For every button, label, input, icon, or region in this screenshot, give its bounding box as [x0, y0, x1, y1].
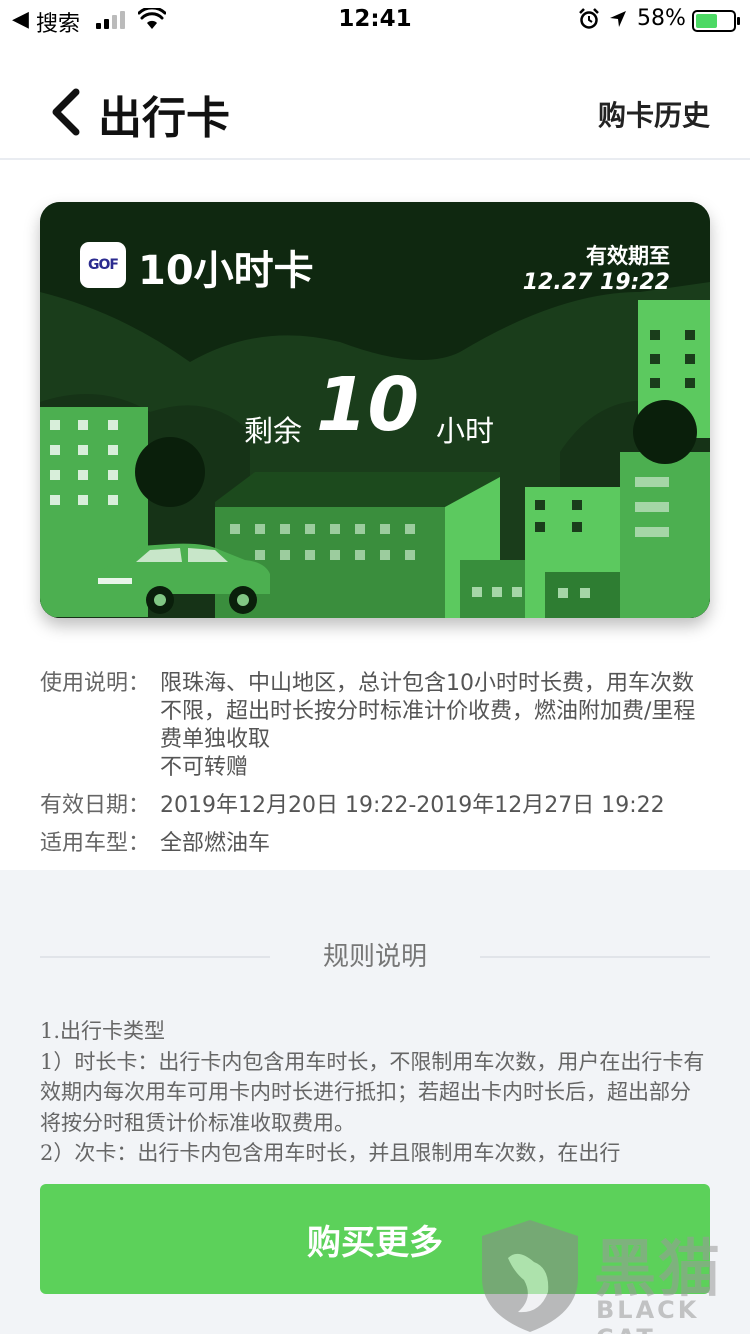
- validity-row: 有效日期： 2019年12月20日 19:22-2019年12月27日 19:2…: [40, 792, 710, 820]
- rules-line: 2）次卡：出行卡内包含用车时长，并且限制用车次数，在出行: [40, 1141, 621, 1165]
- nav-bar: 出行卡 购卡历史: [0, 60, 750, 160]
- purchase-history-link[interactable]: 购卡历史: [598, 94, 710, 134]
- back-chevron-icon[interactable]: [48, 88, 86, 136]
- rules-line: 1）时长卡：出行卡内包含用车时长，不限制用车次数，用户在出行卡有效期内每次用车可…: [40, 1049, 705, 1135]
- valid-until-label: 有效期至: [586, 244, 670, 268]
- watermark: 黑猫 BLACK CAT: [478, 1218, 750, 1334]
- divider: [480, 956, 710, 958]
- watermark-text-cn: 黑猫: [594, 1232, 723, 1305]
- usage-line: 不可转赠: [160, 755, 249, 780]
- validity-label: 有效日期：: [40, 793, 151, 818]
- page-title: 出行卡: [98, 93, 230, 144]
- vehicle-row: 适用车型： 全部燃油车: [40, 830, 710, 858]
- cat-shield-icon: [482, 1220, 578, 1332]
- battery-percent: 58%: [637, 6, 686, 31]
- battery-level: [696, 14, 717, 28]
- brand-logo: GOF: [80, 242, 126, 288]
- rules-line: 1.出行卡类型: [40, 1019, 166, 1043]
- rules-heading: 规则说明: [322, 942, 427, 972]
- travel-card: GOF 10小时卡 有效期至 12.27 19:22 剩余 10 小时: [40, 202, 710, 618]
- alarm-icon: [579, 8, 599, 29]
- usage-label: 使用说明：: [40, 671, 151, 696]
- usage-value: 限珠海、中山地区，总计包含10小时时长费，用车次数不限，超出时长按分时标准计价收…: [160, 670, 710, 782]
- remaining-hours-value: 10: [316, 362, 419, 448]
- card-info: 使用说明： 限珠海、中山地区，总计包含10小时时长费，用车次数不限，超出时长按分…: [40, 670, 710, 868]
- status-bar: ◀ 搜索 12:41 58%: [0, 0, 750, 40]
- validity-value: 2019年12月20日 19:22-2019年12月27日 19:22: [160, 793, 665, 818]
- remaining-unit: 小时: [436, 414, 495, 448]
- vehicle-label: 适用车型：: [40, 831, 151, 856]
- usage-line: 限珠海、中山地区，总计包含10小时时长费，用车次数不限，超出时长按分时标准计价收…: [160, 671, 696, 752]
- vehicle-value: 全部燃油车: [160, 831, 271, 856]
- valid-until-date: 12.27 19:22: [522, 270, 670, 295]
- rules-text: 1.出行卡类型 1）时长卡：出行卡内包含用车时长，不限制用车次数，用户在出行卡有…: [40, 1016, 710, 1169]
- remaining-label: 剩余: [244, 414, 303, 448]
- usage-row: 使用说明： 限珠海、中山地区，总计包含10小时时长费，用车次数不限，超出时长按分…: [40, 670, 710, 782]
- card-title: 10小时卡: [138, 248, 314, 294]
- location-icon: [610, 11, 626, 27]
- watermark-text-en: BLACK CAT: [596, 1296, 700, 1334]
- battery-icon: [692, 10, 740, 32]
